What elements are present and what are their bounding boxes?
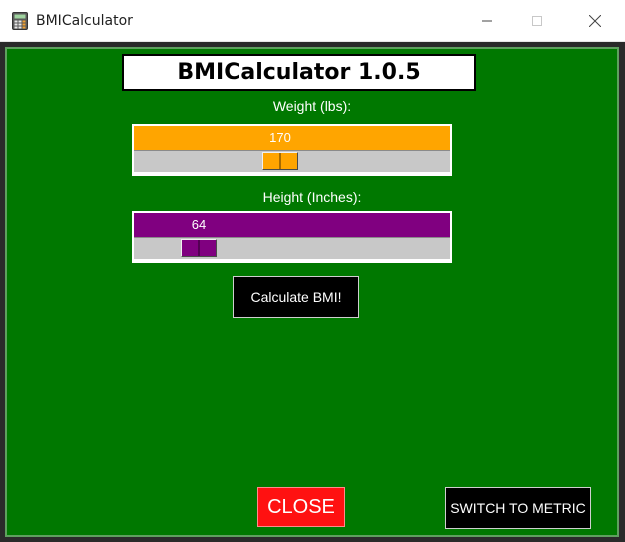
close-icon [589,15,601,27]
maximize-button[interactable] [514,0,560,42]
weight-slider-trough[interactable] [134,150,450,172]
calculate-bmi-button[interactable]: Calculate BMI! [233,276,359,318]
app-canvas: BMICalculator 1.0.5 Weight (lbs): 170 He… [5,47,619,537]
height-slider-trough[interactable] [134,237,450,259]
height-value-bar: 64 [134,213,450,237]
app-header: BMICalculator 1.0.5 [122,54,476,91]
switch-to-metric-button[interactable]: SWITCH TO METRIC [445,487,591,529]
minimize-button[interactable] [464,0,510,42]
window-title: BMICalculator [36,13,133,29]
close-button[interactable]: CLOSE [257,487,345,527]
maximize-icon [532,16,542,26]
weight-slider[interactable]: 170 [132,124,452,176]
calculator-icon [12,12,28,30]
weight-value-bar: 170 [134,126,450,150]
minimize-icon [482,20,492,22]
window-close-button[interactable] [572,0,618,42]
height-slider[interactable]: 64 [132,211,452,263]
weight-slider-handle[interactable] [262,152,298,170]
height-label: Height (Inches): [262,189,362,205]
height-value: 64 [191,217,207,232]
window-titlebar: BMICalculator [0,0,625,42]
height-slider-handle[interactable] [181,239,217,257]
weight-value: 170 [269,130,291,145]
weight-label: Weight (lbs): [272,98,352,114]
